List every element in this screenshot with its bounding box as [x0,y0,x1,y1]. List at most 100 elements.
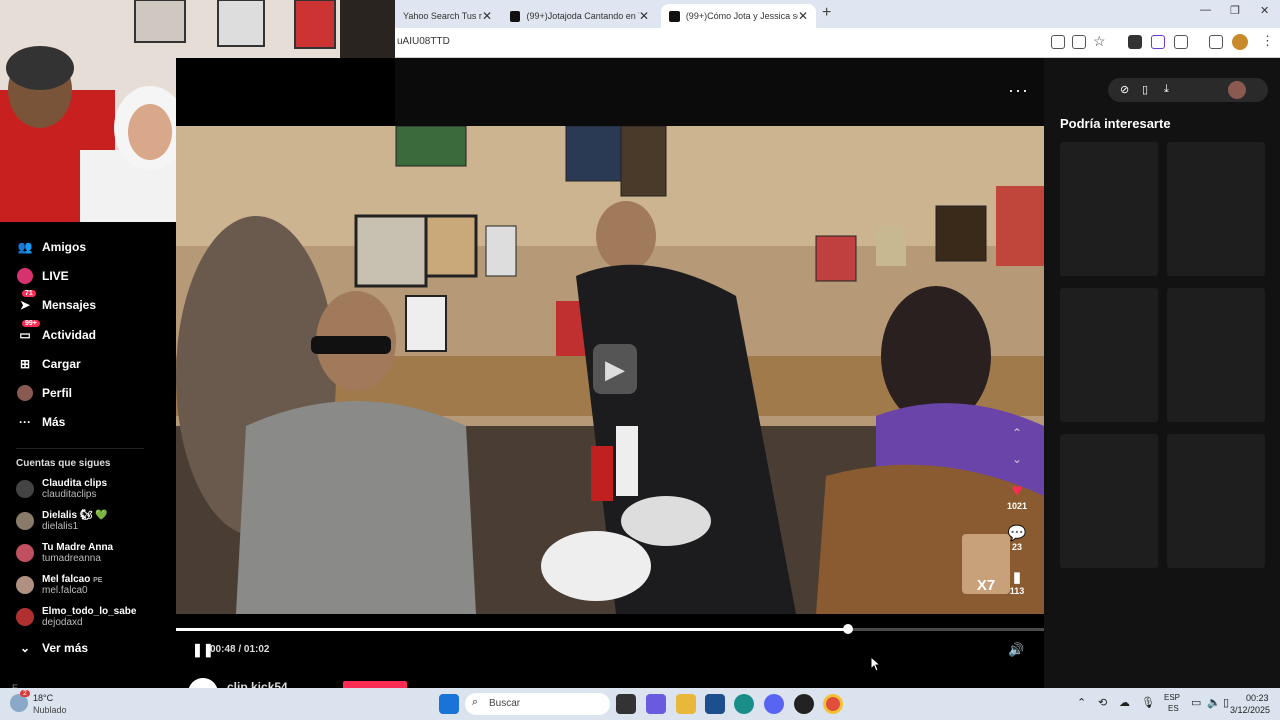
video-frame[interactable]: ▶ ⌃ ⌄ ♥ 1021 💬 23 ▮ 113 X7 [176,126,1044,614]
cloud-icon[interactable]: ☁ [1119,696,1130,709]
more-options-icon[interactable]: ··· [1008,80,1029,101]
progress-knob[interactable] [842,624,853,634]
obs-icon[interactable] [794,694,814,714]
keyboard-layout[interactable]: ES [1168,704,1179,713]
avatar [16,608,34,626]
media-icon[interactable] [1209,35,1223,49]
sync-icon[interactable]: ⟲ [1098,696,1107,709]
account-item[interactable]: Mel falcao PE mel.falca0 [16,574,102,596]
play-icon[interactable]: ▶ [593,344,637,394]
translate-icon[interactable] [1051,35,1065,49]
progress-fill [176,628,848,631]
download-icon[interactable]: ⤓ [1164,83,1169,96]
edge-icon[interactable] [734,694,754,714]
tab-active[interactable]: (99+)Cómo Jota y Jessica se ✕ [661,4,816,28]
store-icon[interactable] [705,694,725,714]
restore-icon[interactable]: ❐ [1230,4,1240,17]
recommended-video[interactable] [1167,434,1265,568]
account-name: Tu Madre Anna [42,542,114,553]
account-tag: PE [93,577,103,584]
device-icon[interactable]: ▯ [1142,83,1148,96]
file-explorer-icon[interactable] [676,694,696,714]
recommended-video[interactable] [1167,142,1265,276]
like-button[interactable]: ♥ 1021 [1002,480,1032,511]
speaker-icon[interactable]: 🔈 [1207,696,1221,709]
account-item[interactable]: Claudita clips clauditaclips [16,478,107,500]
mouse-cursor-icon [871,657,881,672]
close-icon[interactable]: ✕ [798,9,808,23]
task-view-icon[interactable] [616,694,636,714]
close-window-icon[interactable]: ✕ [1260,4,1269,17]
profile-avatar[interactable] [1232,34,1248,50]
sidebar-item-mas[interactable]: ··· Más [16,414,65,430]
cast-icon[interactable] [1072,35,1086,49]
network-icon[interactable]: ▭ [1191,696,1201,709]
volume-icon[interactable]: 🔊 [1008,642,1024,658]
weather-icon[interactable]: 2 [10,690,30,712]
chevron-down-icon: ⌄ [19,641,31,655]
chevron-up-icon[interactable]: ⌃ [1012,426,1022,440]
recommendations-panel: ⊘ ▯ ⤓ Podría interesarte [1044,58,1280,688]
clock-time[interactable]: 00:23 [1246,693,1269,703]
panel-title: Podría interesarte [1060,116,1171,131]
recommended-video[interactable] [1060,142,1158,276]
star-icon[interactable]: ☆ [1093,33,1106,50]
recommended-video[interactable] [1060,288,1158,422]
sidebar-item-live[interactable]: LIVE [16,268,69,284]
account-handle: dielalis1 [42,521,79,532]
windows-start-icon[interactable] [439,694,459,714]
progress-bar[interactable] [176,624,1044,634]
extension-badge-icon[interactable] [1128,35,1142,49]
stats-icon[interactable]: ⊘ [1120,83,1129,96]
avatar[interactable] [1228,81,1246,99]
recommended-video[interactable] [1060,434,1158,568]
close-icon[interactable]: ✕ [482,9,492,23]
microphone-icon[interactable]: 🎙 [1141,696,1155,709]
sticker-overlay: X7 [962,534,1010,594]
see-more-button[interactable]: ⌄ Ver más [16,640,88,656]
sidebar-item-label: Mensajes [42,298,97,312]
chevron-up-icon[interactable]: ⌃ [1077,696,1086,709]
tab-yahoo[interactable]: Yahoo Search Tus resu ✕ [395,4,500,28]
sidebar-item-perfil[interactable]: Perfil [16,385,72,401]
discord-icon[interactable] [764,694,784,714]
copilot-icon[interactable] [646,694,666,714]
menu-icon[interactable]: ⋮ [1261,33,1274,49]
sidebar-item-actividad[interactable]: ▭ 99+ Actividad [16,320,97,343]
search-icon: ⌕ [472,696,479,708]
account-handle: mel.falca0 [42,585,88,596]
activity-badge: 99+ [22,320,40,327]
clock-date[interactable]: 3/12/2025 [1230,705,1270,715]
chrome-icon[interactable] [823,694,843,714]
sidebar-item-label: Actividad [42,328,97,342]
minimize-icon[interactable]: — [1200,4,1211,16]
sidebar-item-cargar[interactable]: ⊞ Cargar [16,356,81,372]
account-item[interactable]: Tu Madre Anna tumadreanna [16,542,113,564]
new-tab-icon[interactable]: + [822,4,831,22]
account-item[interactable]: Elmo_todo_lo_sabe dejodaxd [16,606,136,628]
url-text[interactable]: uAIU08TTD [397,36,450,47]
search-placeholder: Buscar [489,698,521,709]
sidebar-item-label: Más [42,415,66,429]
taskbar-search[interactable]: ⌕ Buscar [465,693,610,715]
sidebar-item-label: Perfil [42,386,73,400]
account-handle: tumadreanna [42,553,101,564]
battery-icon[interactable]: ▯ [1223,696,1229,709]
profile-icon [16,385,34,401]
video-header [395,58,1044,126]
live-icon [16,268,34,284]
recommended-video[interactable] [1167,288,1265,422]
account-item[interactable]: Dielalis 🐿 💚 dielalis1 [16,510,108,532]
tab-jotajoda[interactable]: (99+)Jotajoda Cantando en Vivo ✕ [502,4,657,28]
sidebar-item-mensajes[interactable]: ➤ 71 Mensajes [16,290,97,313]
language-code[interactable]: ESP [1164,693,1180,702]
address-bar[interactable]: uAIU08TTD ☆ ⋮ [395,28,1280,58]
close-icon[interactable]: ✕ [639,9,649,23]
sidebar-item-amigos[interactable]: 👥 Amigos [16,239,87,255]
shield-icon[interactable] [1151,35,1165,49]
chevron-down-icon[interactable]: ⌄ [1012,452,1022,466]
video-player[interactable]: ··· ▶ ⌃ ⌄ ♥ 1021 💬 23 ▮ 113 X7 ❚❚ 00:48 … [176,58,1044,708]
weather-badge: 2 [20,690,30,697]
extensions-icon[interactable] [1174,35,1188,49]
sidebar-item-label: Amigos [42,240,87,254]
